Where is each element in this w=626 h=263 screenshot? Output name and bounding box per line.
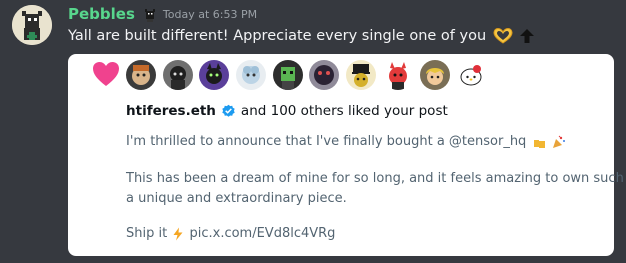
beer-mugs-icon [533, 135, 547, 149]
liker-avatar[interactable] [456, 60, 487, 90]
liker-avatar[interactable] [126, 60, 156, 90]
message-text: Yall are built different! Appreciate eve… [68, 28, 487, 44]
likes-text: and 100 others liked your post [240, 103, 448, 119]
post-text-1: I'm thrilled to announce that I've final… [126, 134, 527, 149]
liker-avatar[interactable] [309, 60, 340, 90]
post-line-1: I'm thrilled to announce that I've final… [126, 134, 566, 149]
lightning-icon [171, 227, 185, 241]
likes-summary: htiferes.eth and 100 others liked your p… [126, 101, 448, 121]
liker-name[interactable]: htiferes.eth [126, 103, 216, 119]
liker-avatar[interactable] [236, 60, 267, 90]
post-line-2: This has been a dream of mine for so lon… [126, 171, 624, 186]
role-icon [143, 7, 157, 22]
message-header: Pebbles Today at 6:53 PM [68, 4, 257, 24]
message-timestamp: Today at 6:53 PM [162, 7, 258, 21]
user-avatar[interactable] [12, 5, 52, 45]
liker-avatar[interactable] [346, 60, 377, 90]
post-line-3: a unique and extraordinary piece. [126, 191, 347, 206]
post-line-4: Ship it pic.x.com/EVd8lc4VRg [126, 226, 335, 241]
heart-hands-icon [492, 27, 514, 45]
liker-avatar[interactable] [419, 60, 450, 90]
username[interactable]: Pebbles [68, 5, 135, 23]
verified-badge-icon [221, 104, 236, 119]
post-link[interactable]: pic.x.com/EVd8lc4VRg [189, 226, 335, 241]
liker-avatar[interactable] [382, 60, 413, 90]
up-arrow-icon [518, 27, 536, 45]
party-popper-icon [552, 135, 566, 149]
discord-message: Pebbles Today at 6:53 PM Yall are built … [0, 0, 626, 263]
message-content: Yall are built different! Appreciate eve… [68, 26, 536, 46]
heart-icon [91, 60, 121, 88]
liker-avatar[interactable] [199, 60, 230, 90]
post-text-4: Ship it [126, 226, 168, 241]
liker-avatar[interactable] [162, 60, 193, 90]
liker-avatar[interactable] [272, 60, 303, 90]
liker-avatars [126, 58, 493, 92]
embed-card[interactable]: htiferes.eth and 100 others liked your p… [68, 54, 624, 256]
